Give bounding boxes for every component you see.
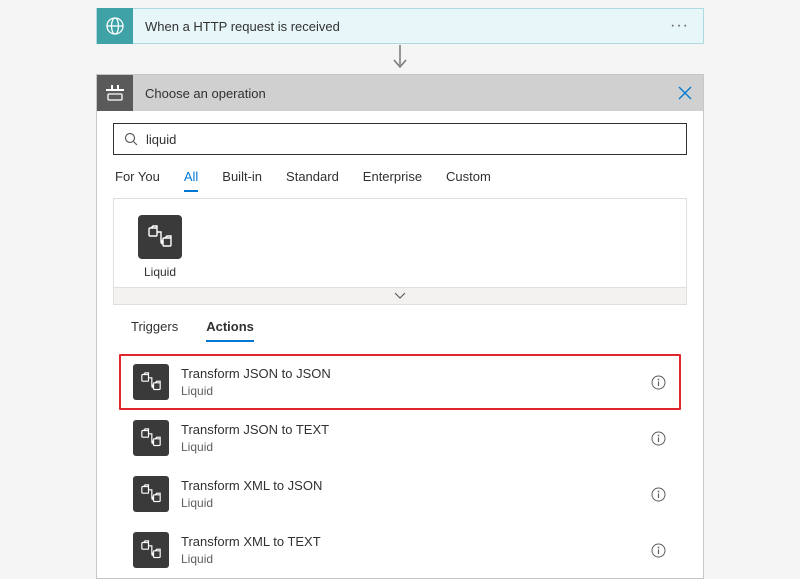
action-transform-json-to-text[interactable]: Transform JSON to TEXT Liquid	[119, 410, 681, 466]
liquid-icon	[138, 215, 182, 259]
globe-icon	[105, 16, 125, 36]
liquid-icon	[133, 364, 169, 400]
close-button[interactable]	[667, 75, 703, 111]
action-title: Transform XML to TEXT	[181, 533, 637, 551]
filter-tab-enterprise[interactable]: Enterprise	[363, 169, 422, 192]
search-input[interactable]	[146, 132, 676, 147]
info-button[interactable]	[649, 541, 667, 559]
flow-arrow	[0, 44, 800, 74]
chevron-down-icon	[394, 292, 406, 300]
action-subtitle: Liquid	[181, 495, 637, 511]
trigger-menu-button[interactable]: ···	[656, 17, 703, 35]
connector-liquid[interactable]: Liquid	[130, 215, 190, 279]
action-transform-xml-to-json[interactable]: Transform XML to JSON Liquid	[119, 466, 681, 522]
search-icon	[124, 132, 138, 146]
filter-tab-for-you[interactable]: For You	[115, 169, 160, 192]
info-icon	[651, 375, 666, 390]
trigger-title: When a HTTP request is received	[133, 19, 656, 34]
info-icon	[651, 543, 666, 558]
filter-tabs: For You All Built-in Standard Enterprise Cust…	[113, 155, 687, 192]
info-icon	[651, 431, 666, 446]
action-subtitle: Liquid	[181, 551, 637, 567]
filter-tab-all[interactable]: All	[184, 169, 198, 192]
action-title: Transform JSON to JSON	[181, 365, 637, 383]
filter-tab-custom[interactable]: Custom	[446, 169, 491, 192]
operation-header: Choose an operation	[97, 75, 703, 111]
trigger-card[interactable]: When a HTTP request is received ···	[96, 8, 704, 44]
filter-tab-built-in[interactable]: Built-in	[222, 169, 262, 192]
action-transform-json-to-json[interactable]: Transform JSON to JSON Liquid	[119, 354, 681, 410]
section-tab-actions[interactable]: Actions	[206, 319, 254, 342]
info-icon	[651, 487, 666, 502]
operation-title: Choose an operation	[133, 86, 667, 101]
liquid-icon	[133, 532, 169, 568]
info-button[interactable]	[649, 429, 667, 447]
action-subtitle: Liquid	[181, 383, 637, 399]
action-title: Transform JSON to TEXT	[181, 421, 637, 439]
info-button[interactable]	[649, 373, 667, 391]
search-box[interactable]	[113, 123, 687, 155]
action-title: Transform XML to JSON	[181, 477, 637, 495]
liquid-icon	[133, 476, 169, 512]
expand-connectors-button[interactable]	[113, 287, 687, 305]
filter-tab-standard[interactable]: Standard	[286, 169, 339, 192]
actions-list: Transform JSON to JSON Liquid Transform …	[113, 342, 687, 578]
liquid-icon	[133, 420, 169, 456]
section-tab-triggers[interactable]: Triggers	[131, 319, 178, 342]
operation-card: Choose an operation For You All Built-in St…	[96, 74, 704, 579]
http-request-icon	[97, 8, 133, 44]
close-icon	[678, 86, 692, 100]
operation-icon	[97, 75, 133, 111]
action-subtitle: Liquid	[181, 439, 637, 455]
connectors-panel: Liquid	[113, 198, 687, 287]
info-button[interactable]	[649, 485, 667, 503]
section-tabs: Triggers Actions	[113, 305, 687, 342]
connector-label: Liquid	[130, 265, 190, 279]
